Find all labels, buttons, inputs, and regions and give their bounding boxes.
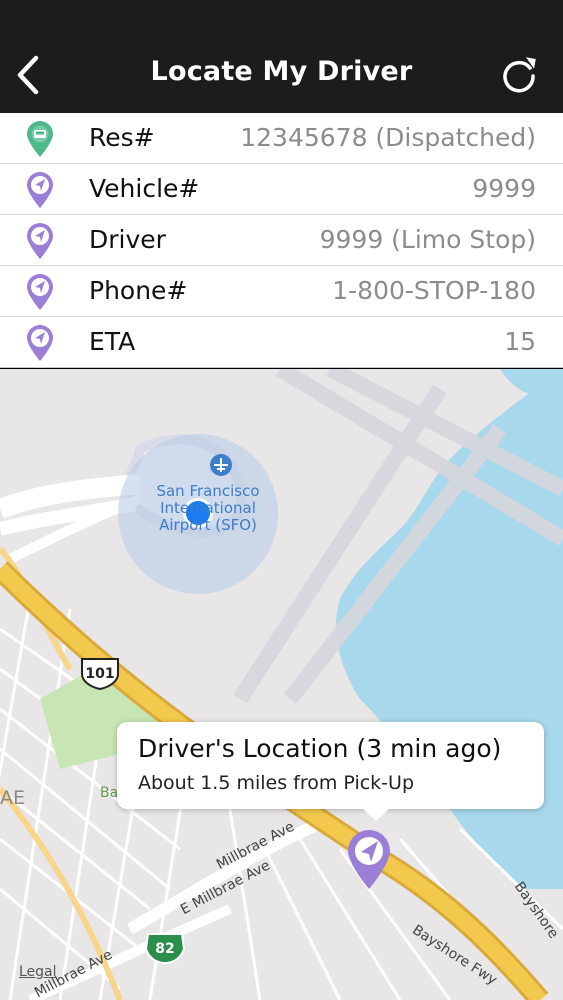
eta-value: 15 bbox=[504, 327, 536, 356]
vehicle-label: Vehicle# bbox=[89, 174, 200, 203]
res-value: 12345678 (Dispatched) bbox=[240, 123, 536, 152]
info-row-res: Res# 12345678 (Dispatched) bbox=[0, 113, 563, 164]
reservation-info-list: Res# 12345678 (Dispatched) Vehicle# 9999… bbox=[0, 113, 563, 368]
page-title: Locate My Driver bbox=[150, 56, 413, 87]
map-canvas: 101 82 bbox=[0, 369, 563, 1000]
refresh-icon[interactable] bbox=[499, 54, 539, 94]
navigation-pin-icon bbox=[27, 274, 53, 310]
info-row-driver: Driver 9999 (Limo Stop) bbox=[0, 215, 563, 266]
phone-value[interactable]: 1-800-STOP-180 bbox=[332, 276, 536, 305]
map-partial-label-ba: Ba bbox=[100, 785, 119, 801]
callout-title: Driver's Location (3 min ago) bbox=[138, 734, 502, 763]
navigation-pin-icon bbox=[27, 325, 53, 361]
res-label: Res# bbox=[89, 123, 155, 152]
info-row-vehicle: Vehicle# 9999 bbox=[0, 164, 563, 215]
map-view[interactable]: 101 82 San Francisco International Airpo… bbox=[0, 369, 563, 1000]
highway-82-label: 82 bbox=[155, 941, 174, 957]
vehicle-value: 9999 bbox=[472, 174, 536, 203]
info-row-eta: ETA 15 bbox=[0, 317, 563, 368]
navigation-pin-icon bbox=[27, 172, 53, 208]
driver-value: 9999 (Limo Stop) bbox=[319, 225, 536, 254]
driver-label: Driver bbox=[89, 225, 166, 254]
info-row-phone[interactable]: Phone# 1-800-STOP-180 bbox=[0, 266, 563, 317]
phone-label: Phone# bbox=[89, 276, 188, 305]
map-partial-label-ae: AE bbox=[0, 787, 26, 809]
callout-subtitle: About 1.5 miles from Pick-Up bbox=[138, 772, 415, 794]
eta-label: ETA bbox=[89, 327, 136, 356]
car-pin-icon bbox=[27, 121, 53, 157]
airport-label: San Francisco International Airport (SFO… bbox=[156, 482, 260, 534]
legal-link[interactable]: Legal bbox=[19, 964, 57, 980]
highway-101-label: 101 bbox=[85, 666, 114, 682]
driver-location-callout[interactable]: Driver's Location (3 min ago) About 1.5 … bbox=[117, 722, 544, 821]
nav-bar: Locate My Driver bbox=[0, 0, 563, 113]
navigation-pin-icon bbox=[27, 223, 53, 259]
